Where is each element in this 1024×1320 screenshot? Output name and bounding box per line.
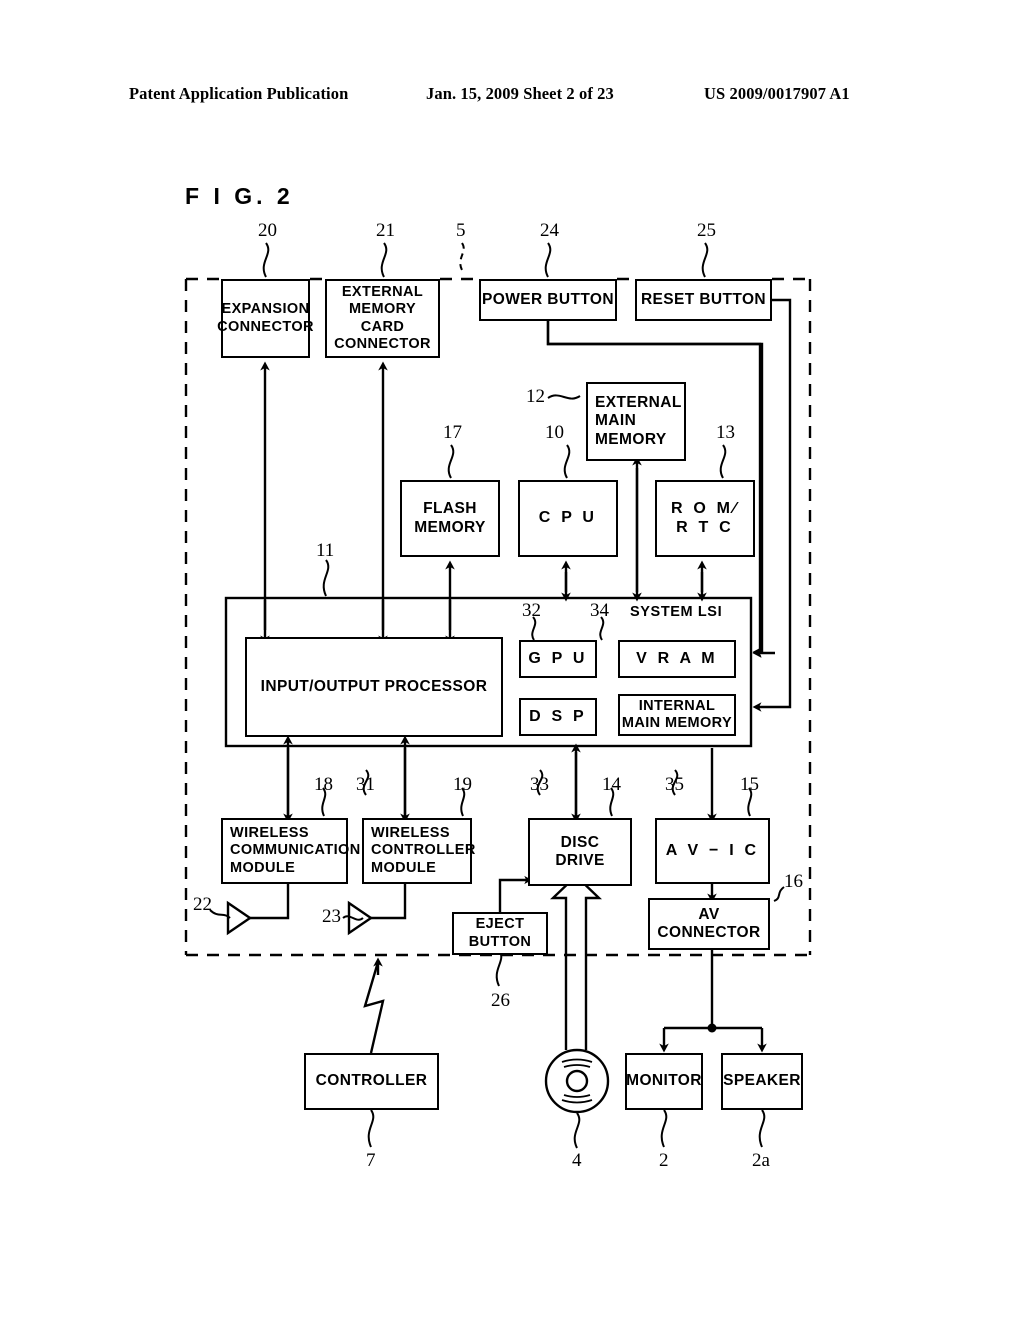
block-av-connector[interactable]: AV CONNECTOR [648, 898, 770, 950]
block-eject-button-label: EJECT BUTTON [468, 916, 532, 950]
reference-numeral-21: 21 [376, 220, 395, 241]
reference-numeral-15: 15 [740, 774, 759, 795]
reference-numeral-4: 4 [572, 1150, 582, 1171]
reference-numeral-26: 26 [491, 990, 510, 1011]
block-rom-rtc-label: R O M∕ R T C [670, 499, 740, 536]
block-flash-memory-label: FLASH MEMORY [414, 500, 486, 536]
reference-numeral-34: 34 [590, 600, 609, 621]
block-gpu-label: G P U [528, 649, 588, 667]
block-av-connector-label: AV CONNECTOR [657, 905, 761, 941]
system-lsi-caption: SYSTEM LSI [630, 604, 723, 620]
block-controller-label: CONTROLLER [315, 1072, 428, 1090]
block-input-output-processor[interactable]: INPUT/OUTPUT PROCESSOR [245, 637, 503, 737]
block-wireless-controller-module-label: WIRELESS CONTROLLER MODULE [371, 825, 476, 876]
block-eject-button[interactable]: EJECT BUTTON [452, 912, 548, 955]
reference-numeral-12: 12 [526, 386, 545, 407]
reference-numeral-20: 20 [258, 220, 277, 241]
block-flash-memory[interactable]: FLASH MEMORY [400, 480, 500, 557]
block-speaker-label: SPEAKER [723, 1072, 801, 1090]
reference-numeral-25: 25 [697, 220, 716, 241]
reference-numeral-2a: 2a [752, 1150, 770, 1171]
block-wireless-controller-module[interactable]: WIRELESS CONTROLLER MODULE [362, 818, 475, 884]
block-cpu[interactable]: C P U [518, 480, 618, 557]
block-expansion-connector[interactable]: EXPANSION CONNECTOR [217, 279, 313, 358]
reference-numeral-5: 5 [456, 220, 466, 241]
block-power-button-label: POWER BUTTON [482, 290, 614, 308]
block-internal-main-memory-label: INTERNAL MAIN MEMORY [621, 697, 733, 731]
block-wireless-communication-module[interactable]: WIRELESS COMMUNICATION MODULE [221, 818, 360, 884]
block-disc-drive[interactable]: DISC DRIVE [528, 818, 632, 886]
block-reset-button[interactable]: RESET BUTTON [635, 279, 772, 321]
block-reset-button-label: RESET BUTTON [640, 290, 767, 308]
reference-numeral-7: 7 [366, 1150, 376, 1171]
reference-numeral-33: 33 [530, 774, 549, 795]
block-cpu-label: C P U [538, 509, 598, 527]
block-expansion-connector-label: EXPANSION CONNECTOR [217, 301, 314, 335]
block-internal-main-memory[interactable]: INTERNAL MAIN MEMORY [618, 694, 736, 736]
block-rom-rtc[interactable]: R O M∕ R T C [655, 480, 755, 557]
reference-numeral-14: 14 [602, 774, 621, 795]
block-controller[interactable]: CONTROLLER [304, 1053, 439, 1110]
reference-numeral-17: 17 [443, 422, 462, 443]
block-external-memory-card-connector-label: EXTERNAL MEMORY CARD CONNECTOR [334, 284, 431, 352]
block-external-main-memory-label: EXTERNAL MAIN MEMORY [595, 394, 682, 448]
block-input-output-processor-label: INPUT/OUTPUT PROCESSOR [260, 677, 488, 695]
block-av-ic-label: A V − I C [665, 841, 760, 859]
reference-numeral-19: 19 [453, 774, 472, 795]
figure-canvas [0, 0, 1024, 1320]
block-external-main-memory[interactable]: EXTERNAL MAIN MEMORY [586, 382, 686, 461]
block-disc-drive-label: DISC DRIVE [555, 833, 605, 869]
diagram-lines [184, 242, 812, 1149]
block-vram[interactable]: V R A M [618, 640, 736, 678]
reference-numeral-23: 23 [322, 906, 341, 927]
reference-numeral-35: 35 [665, 774, 684, 795]
reference-numeral-2: 2 [659, 1150, 669, 1171]
reference-numeral-32: 32 [522, 600, 541, 621]
reference-numeral-16: 16 [784, 871, 803, 892]
reference-numeral-10: 10 [545, 422, 564, 443]
block-monitor[interactable]: MONITOR [625, 1053, 703, 1110]
block-av-ic[interactable]: A V − I C [655, 818, 770, 884]
block-gpu[interactable]: G P U [519, 640, 597, 678]
reference-numeral-18: 18 [314, 774, 333, 795]
block-dsp-label: D S P [529, 707, 587, 725]
reference-numeral-11: 11 [316, 540, 335, 561]
block-power-button[interactable]: POWER BUTTON [479, 279, 617, 321]
reference-numeral-24: 24 [540, 220, 559, 241]
reference-numeral-13: 13 [716, 422, 735, 443]
block-vram-label: V R A M [636, 649, 718, 667]
reference-numeral-31: 31 [356, 774, 375, 795]
reference-numeral-22: 22 [193, 894, 212, 915]
block-dsp[interactable]: D S P [519, 698, 597, 736]
block-speaker[interactable]: SPEAKER [721, 1053, 803, 1110]
block-monitor-label: MONITOR [626, 1072, 702, 1090]
block-external-memory-card-connector[interactable]: EXTERNAL MEMORY CARD CONNECTOR [325, 279, 440, 358]
block-wireless-communication-module-label: WIRELESS COMMUNICATION MODULE [230, 825, 361, 876]
